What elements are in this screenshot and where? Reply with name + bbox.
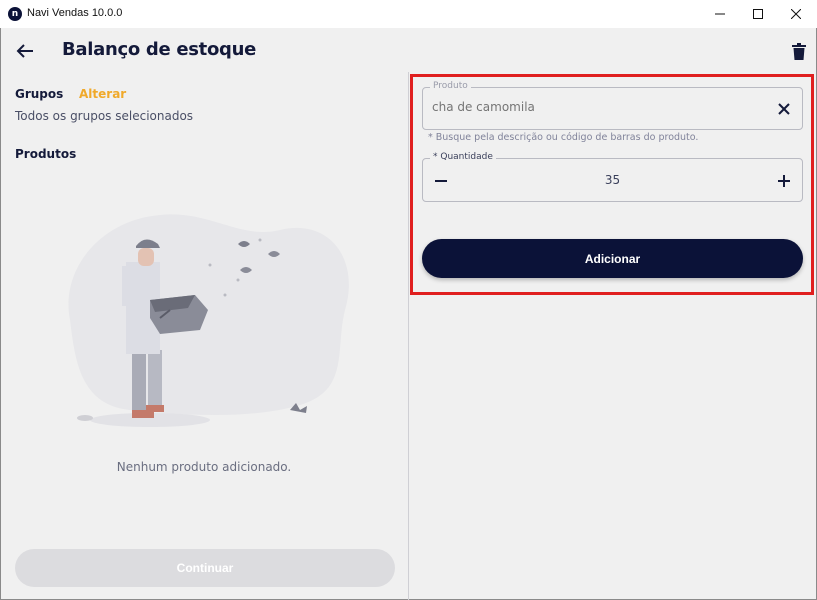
plus-icon (778, 175, 790, 187)
empty-state-message: Nenhum produto adicionado. (116, 460, 292, 474)
window-title: Navi Vendas 10.0.0 (27, 7, 123, 19)
page-title: Balanço de estoque (62, 39, 257, 60)
app-header: Balanço de estoque (0, 28, 817, 72)
back-button[interactable] (14, 40, 36, 62)
product-search-input[interactable] (432, 100, 762, 114)
empty-state-illustration (68, 214, 349, 427)
arrow-left-icon (16, 44, 33, 58)
quantity-value[interactable]: 35 (463, 173, 762, 187)
close-window-button[interactable] (773, 0, 817, 28)
add-button[interactable]: Adicionar (422, 239, 803, 278)
groups-label: Grupos (15, 87, 64, 101)
product-field-label: Produto (430, 81, 471, 91)
continue-button[interactable]: Continuar (15, 549, 395, 587)
trash-icon (792, 42, 806, 60)
decrease-quantity-button[interactable] (431, 171, 451, 191)
window-titlebar: n Navi Vendas 10.0.0 (0, 0, 817, 28)
delete-button[interactable] (789, 40, 809, 62)
quantity-field-label: * Quantidade (430, 152, 496, 162)
product-helper-text: * Busque pela descrição ou código de bar… (428, 132, 699, 143)
app-logo-icon: n (8, 7, 22, 21)
change-groups-link[interactable]: Alterar (79, 87, 126, 101)
increase-quantity-button[interactable] (774, 171, 794, 191)
close-icon (791, 9, 801, 19)
minimize-icon (715, 13, 725, 15)
close-icon (778, 103, 790, 115)
panel-divider (408, 72, 409, 600)
products-label: Produtos (15, 147, 77, 161)
maximize-icon (753, 9, 763, 19)
groups-description: Todos os grupos selecionados (15, 109, 194, 123)
product-field[interactable]: Produto (422, 81, 803, 130)
minus-icon (435, 180, 447, 182)
clear-product-button[interactable] (775, 100, 793, 118)
quantity-stepper[interactable]: * Quantidade 35 (422, 152, 803, 202)
